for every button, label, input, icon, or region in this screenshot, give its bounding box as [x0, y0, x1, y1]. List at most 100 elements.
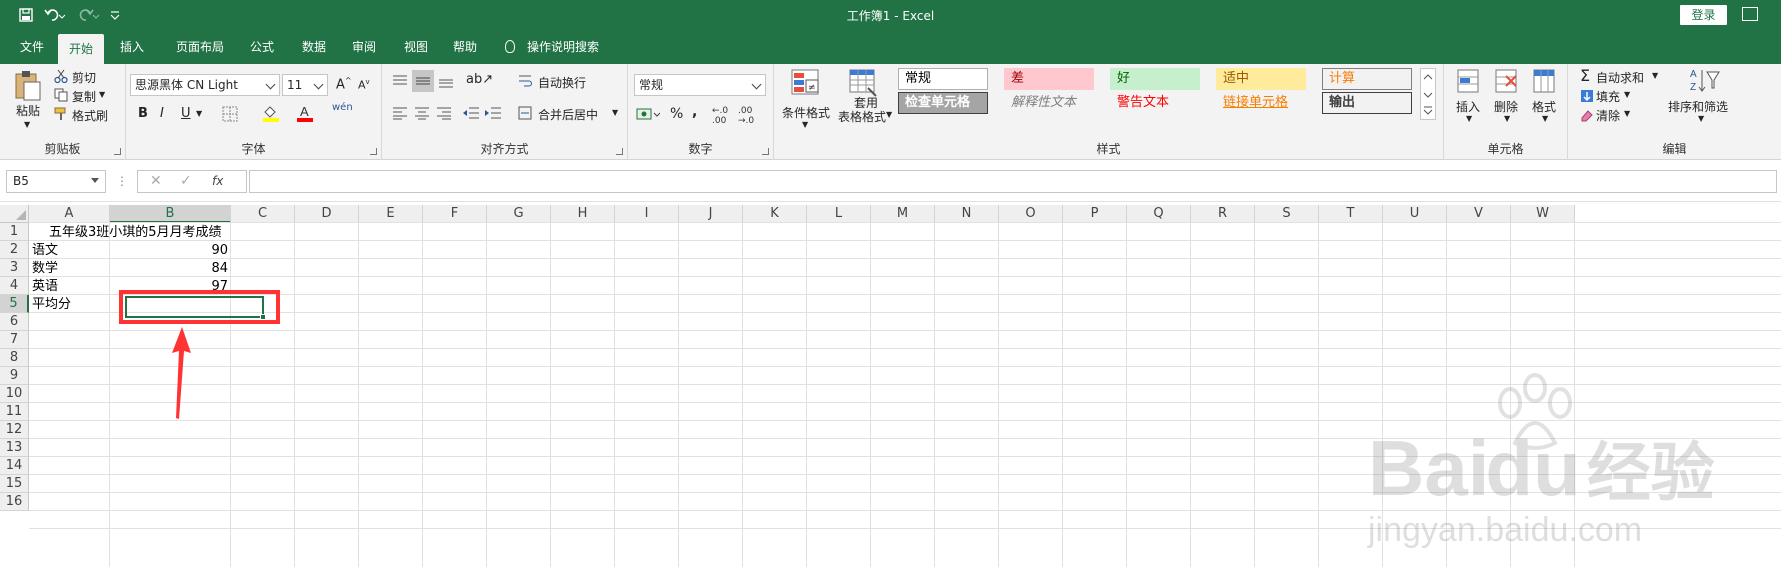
styles-gallery-scroll[interactable]: [1420, 68, 1436, 120]
font-launcher-icon[interactable]: [370, 148, 377, 155]
insert-label[interactable]: 插入: [1456, 98, 1480, 115]
style-linked-cell[interactable]: 链接单元格: [1216, 92, 1306, 114]
cell-a4[interactable]: 英语: [32, 277, 58, 295]
increase-font-size-icon[interactable]: A^: [336, 76, 352, 92]
style-normal[interactable]: 常规: [898, 68, 988, 90]
insert-function-button[interactable]: fx: [212, 174, 223, 188]
style-good[interactable]: 好: [1110, 68, 1200, 90]
copy-dropdown-icon[interactable]: ▼: [99, 90, 105, 99]
tab-data[interactable]: 数据: [296, 30, 332, 64]
format-painter-icon[interactable]: [54, 107, 68, 124]
align-middle-icon[interactable]: [412, 70, 434, 92]
style-calculation[interactable]: 计算: [1322, 68, 1412, 90]
percent-button[interactable]: %: [670, 106, 683, 122]
fill-down-icon[interactable]: [1580, 89, 1594, 106]
style-check-cell[interactable]: 检查单元格: [898, 92, 988, 114]
clear-dropdown-icon[interactable]: ▼: [1624, 109, 1630, 118]
font-size-combo[interactable]: 11: [282, 74, 328, 96]
clipboard-launcher-icon[interactable]: [114, 148, 121, 155]
format-as-table-dropdown-icon[interactable]: ▼: [886, 110, 892, 119]
cell-a5[interactable]: 平均分: [32, 295, 71, 313]
copy-label[interactable]: 复制: [72, 88, 96, 105]
ribbon-display-options-icon[interactable]: [1742, 7, 1758, 21]
conditional-formatting-label[interactable]: 条件格式: [782, 104, 830, 121]
format-as-table-label-2[interactable]: 表格格式: [838, 108, 886, 125]
merge-center-label[interactable]: 合并后居中: [538, 106, 598, 123]
style-neutral[interactable]: 适中: [1216, 68, 1306, 90]
cut-label[interactable]: 剪切: [72, 69, 96, 86]
decrease-decimal-icon[interactable]: .00 →.0: [738, 106, 754, 126]
tab-file[interactable]: 文件: [14, 30, 50, 64]
cancel-icon[interactable]: ✕: [150, 173, 162, 189]
delete-dropdown-icon[interactable]: ▼: [1504, 114, 1510, 123]
style-bad[interactable]: 差: [1004, 68, 1094, 90]
format-dropdown-icon[interactable]: ▼: [1542, 114, 1548, 123]
formula-bar-splitter-icon[interactable]: ⋮: [116, 174, 128, 188]
format-painter-label[interactable]: 格式刷: [72, 107, 108, 124]
tab-page-layout[interactable]: 页面布局: [168, 30, 232, 64]
font-color-icon[interactable]: A: [296, 104, 314, 125]
tab-formulas[interactable]: 公式: [244, 30, 280, 64]
tell-me-search[interactable]: 操作说明搜索: [505, 30, 599, 64]
underline-dropdown-icon[interactable]: ▼: [196, 109, 202, 118]
wrap-text-label[interactable]: 自动换行: [538, 74, 586, 91]
copy-icon[interactable]: [54, 88, 68, 105]
alignment-launcher-icon[interactable]: [616, 148, 623, 155]
delete-cells-icon[interactable]: [1494, 68, 1520, 99]
increase-decimal-icon[interactable]: ←.0.00: [712, 106, 728, 126]
orientation-icon[interactable]: ab↗: [466, 72, 493, 87]
autosum-icon[interactable]: Σ: [1580, 66, 1590, 85]
italic-button[interactable]: I: [160, 106, 164, 121]
align-left-icon[interactable]: [392, 106, 408, 123]
increase-indent-icon[interactable]: [484, 106, 502, 123]
align-top-icon[interactable]: [392, 74, 408, 91]
paste-dropdown-icon[interactable]: ▼: [24, 120, 30, 129]
borders-icon[interactable]: [222, 106, 238, 125]
cell-b3[interactable]: 84: [110, 259, 228, 277]
merge-center-icon[interactable]: [518, 106, 532, 123]
formula-input[interactable]: [249, 170, 1777, 193]
cut-icon[interactable]: [54, 69, 68, 86]
tab-view[interactable]: 视图: [398, 30, 434, 64]
paste-icon[interactable]: [12, 68, 42, 105]
align-right-icon[interactable]: [436, 106, 452, 123]
enter-icon[interactable]: ✓: [180, 173, 192, 189]
format-cells-icon[interactable]: [1532, 68, 1558, 99]
fill-color-icon[interactable]: [262, 104, 280, 125]
name-box[interactable]: B5: [6, 170, 106, 193]
sort-filter-icon[interactable]: AZ: [1688, 66, 1722, 99]
style-output[interactable]: 输出: [1322, 92, 1412, 114]
clear-icon[interactable]: [1580, 108, 1594, 125]
cell-b2[interactable]: 90: [110, 241, 228, 259]
sort-filter-label[interactable]: 排序和筛选: [1668, 98, 1728, 115]
conditional-formatting-icon[interactable]: ≠: [790, 68, 822, 101]
conditional-dropdown-icon[interactable]: ▼: [802, 120, 808, 129]
font-name-combo[interactable]: 思源黑体 CN Light: [130, 74, 280, 96]
number-format-combo[interactable]: 常规: [634, 74, 766, 96]
format-label[interactable]: 格式: [1532, 98, 1556, 115]
insert-dropdown-icon[interactable]: ▼: [1466, 114, 1472, 123]
style-explanatory-text[interactable]: 解释性文本: [1004, 92, 1094, 114]
login-button[interactable]: 登录: [1680, 5, 1727, 25]
clear-label[interactable]: 清除: [1596, 107, 1620, 124]
cell-a2[interactable]: 语文: [32, 241, 58, 259]
wrap-text-icon[interactable]: [518, 74, 532, 91]
align-center-icon[interactable]: [414, 106, 430, 123]
fill-dropdown-icon[interactable]: ▼: [1624, 90, 1630, 99]
bold-button[interactable]: B: [138, 106, 148, 121]
sort-filter-dropdown-icon[interactable]: ▼: [1698, 114, 1704, 123]
tab-review[interactable]: 审阅: [346, 30, 382, 64]
accounting-format-icon[interactable]: [636, 106, 661, 125]
decrease-indent-icon[interactable]: [462, 106, 480, 123]
align-bottom-icon[interactable]: [438, 74, 454, 91]
phonetic-guide-icon[interactable]: wén: [332, 102, 353, 113]
underline-button[interactable]: U: [181, 106, 191, 121]
insert-cells-icon[interactable]: [1456, 68, 1482, 99]
comma-button[interactable]: ,: [692, 104, 697, 120]
autosum-dropdown-icon[interactable]: ▼: [1652, 71, 1658, 80]
decrease-font-size-icon[interactable]: Av: [358, 78, 370, 92]
autosum-label[interactable]: 自动求和: [1596, 69, 1644, 86]
tab-help[interactable]: 帮助: [447, 30, 483, 64]
style-warning-text[interactable]: 警告文本: [1110, 92, 1200, 114]
cell-a1[interactable]: 五年级3班小琪的5月月考成绩: [49, 223, 222, 241]
